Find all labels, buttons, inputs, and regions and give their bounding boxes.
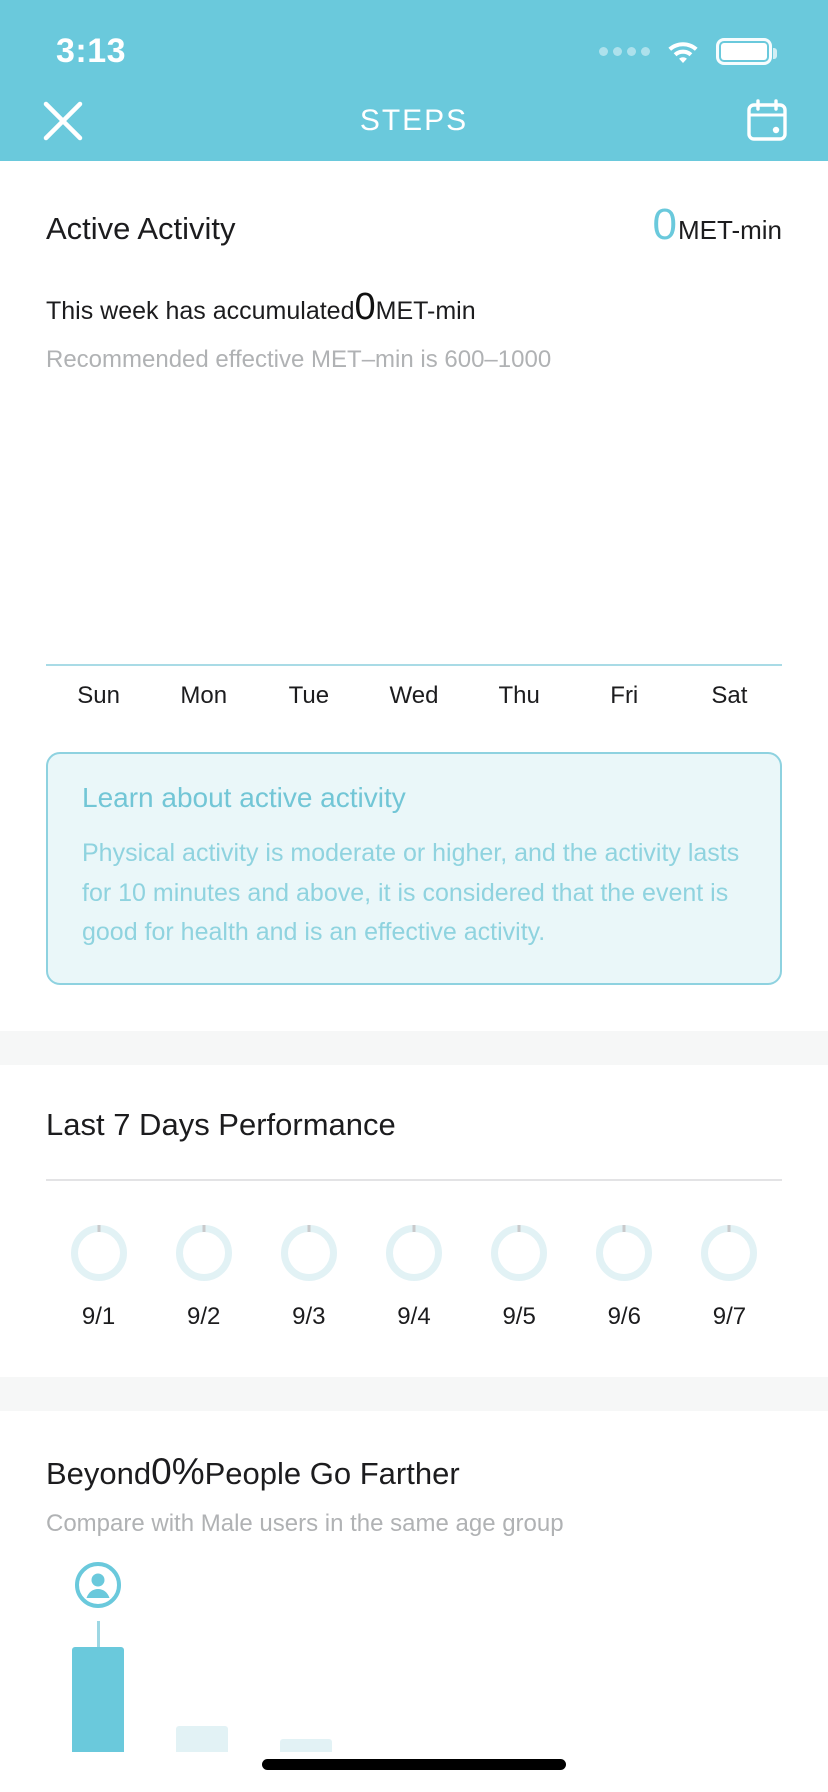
divider [46, 1178, 782, 1181]
weekday-label: Sat [711, 682, 748, 709]
last-7-days-section: Last 7 Days Performance 9/1 9/2 9/3 9/4 9/5 9… [0, 1064, 828, 1377]
weekday-label: Thu [498, 682, 540, 709]
learn-about-card[interactable]: Learn about active activity Physical act… [46, 752, 782, 985]
chart-axis-line [46, 664, 782, 666]
comparison-title-suffix: People Go Farther [204, 1455, 460, 1491]
weekday-axis-labels: Sun Mon Tue Wed Thu Fri Sat [46, 682, 782, 710]
home-indicator[interactable] [262, 1759, 566, 1770]
weekly-chart-column [572, 418, 677, 666]
progress-ring-icon [385, 1224, 442, 1281]
progress-ring-icon [280, 1224, 337, 1281]
daily-progress-item[interactable]: 9/2 [151, 1224, 256, 1331]
comparison-chart-column [566, 1572, 670, 1752]
progress-ring-icon [175, 1224, 232, 1281]
accumulated-prefix: This week has accumulated [46, 297, 355, 325]
status-time: 3:13 [56, 31, 127, 70]
weekday-label: Wed [389, 682, 439, 709]
progress-ring-date: 9/7 [712, 1302, 747, 1330]
progress-ring-date: 9/3 [292, 1302, 326, 1330]
comparison-subtitle: Compare with Male users in the same age … [46, 1509, 564, 1537]
progress-ring-icon [70, 1224, 127, 1281]
comparison-chart-column [254, 1572, 358, 1752]
weekly-chart-column [256, 418, 361, 666]
weekly-chart-column [151, 418, 256, 666]
active-activity-title: Active Activity [46, 211, 236, 246]
daily-progress-item[interactable]: 9/3 [256, 1224, 361, 1331]
status-indicators [599, 37, 777, 65]
weekday-label: Fri [610, 682, 639, 709]
learn-card-body: Physical activity is moderate or higher,… [82, 839, 740, 946]
progress-ring-date: 9/6 [607, 1302, 641, 1330]
progress-ring-icon [491, 1224, 548, 1281]
page-title: STEPS [359, 103, 469, 137]
met-unit: MET-min [678, 215, 782, 245]
comparison-section: Beyond 0% People Go Farther Compare with… [0, 1410, 828, 1752]
progress-ring-icon [596, 1224, 653, 1281]
section-separator [0, 1376, 828, 1411]
comparison-chart-column [462, 1572, 566, 1752]
daily-progress-item[interactable]: 9/6 [572, 1224, 677, 1331]
met-value: 0 [652, 200, 677, 249]
progress-ring-date: 9/1 [81, 1302, 116, 1330]
last-7-days-title: Last 7 Days Performance [46, 1106, 396, 1142]
learn-card-title: Learn about active activity [82, 782, 406, 813]
weekly-chart-column [46, 418, 151, 666]
daily-progress-item[interactable]: 9/1 [46, 1224, 151, 1331]
accumulated-value: 0 [354, 286, 376, 328]
daily-progress-item[interactable]: 9/5 [467, 1224, 572, 1331]
comparison-chart-column [150, 1572, 254, 1752]
person-avatar-icon [75, 1561, 121, 1608]
battery-full-icon [716, 37, 777, 65]
comparison-title-prefix: Beyond [46, 1455, 152, 1491]
progress-ring-date: 9/5 [502, 1302, 536, 1330]
progress-ring-icon [701, 1224, 758, 1281]
comparison-marker-stem [96, 1620, 100, 1647]
signal-dots-icon [599, 46, 650, 56]
last-7-days-header: Last 7 Days Performance [46, 1065, 782, 1143]
weekly-chart-column [361, 418, 466, 666]
wifi-icon [668, 42, 698, 63]
daily-progress-item[interactable]: 9/4 [361, 1224, 466, 1331]
nav-bar: STEPS [0, 88, 828, 161]
weekday-label: Tue [288, 682, 330, 709]
comparison-chart [46, 1561, 782, 1752]
status-bar: 3:13 [0, 0, 828, 88]
close-icon[interactable] [40, 98, 86, 144]
comparison-chart-column [670, 1572, 774, 1752]
comparison-chart-bar [72, 1646, 124, 1752]
comparison-chart-column [358, 1572, 462, 1752]
met-total: 0 MET-min [653, 203, 782, 247]
weekly-chart-column [677, 418, 782, 666]
calendar-icon[interactable] [746, 98, 788, 143]
comparison-chart-bar [280, 1738, 332, 1752]
daily-progress-item[interactable]: 9/7 [677, 1224, 782, 1331]
comparison-title: Beyond 0% People Go Farther [46, 1411, 782, 1492]
accumulated-unit: MET-min [375, 297, 476, 325]
weekday-label: Mon [180, 682, 228, 709]
weekday-label: Sun [77, 682, 120, 709]
active-activity-header: Active Activity 0 MET-min [46, 161, 782, 247]
recommendation-note: Recommended effective MET–min is 600–100… [46, 346, 552, 373]
progress-ring-date: 9/4 [397, 1302, 431, 1330]
weekly-chart-column [467, 418, 572, 666]
section-separator [0, 1030, 828, 1065]
accumulated-line: This week has accumulated 0 MET-min [46, 286, 782, 328]
comparison-chart-bar [176, 1726, 228, 1752]
progress-ring-date: 9/2 [187, 1302, 221, 1330]
comparison-percent: 0% [151, 1450, 205, 1492]
active-activity-section: Active Activity 0 MET-min This week has … [0, 161, 828, 1031]
daily-progress-rings: 9/1 9/2 9/3 9/4 9/5 9/6 9/7 [46, 1224, 782, 1331]
weekly-chart-plot [46, 418, 782, 666]
comparison-chart-column [46, 1561, 150, 1752]
weekly-activity-chart [46, 384, 782, 666]
